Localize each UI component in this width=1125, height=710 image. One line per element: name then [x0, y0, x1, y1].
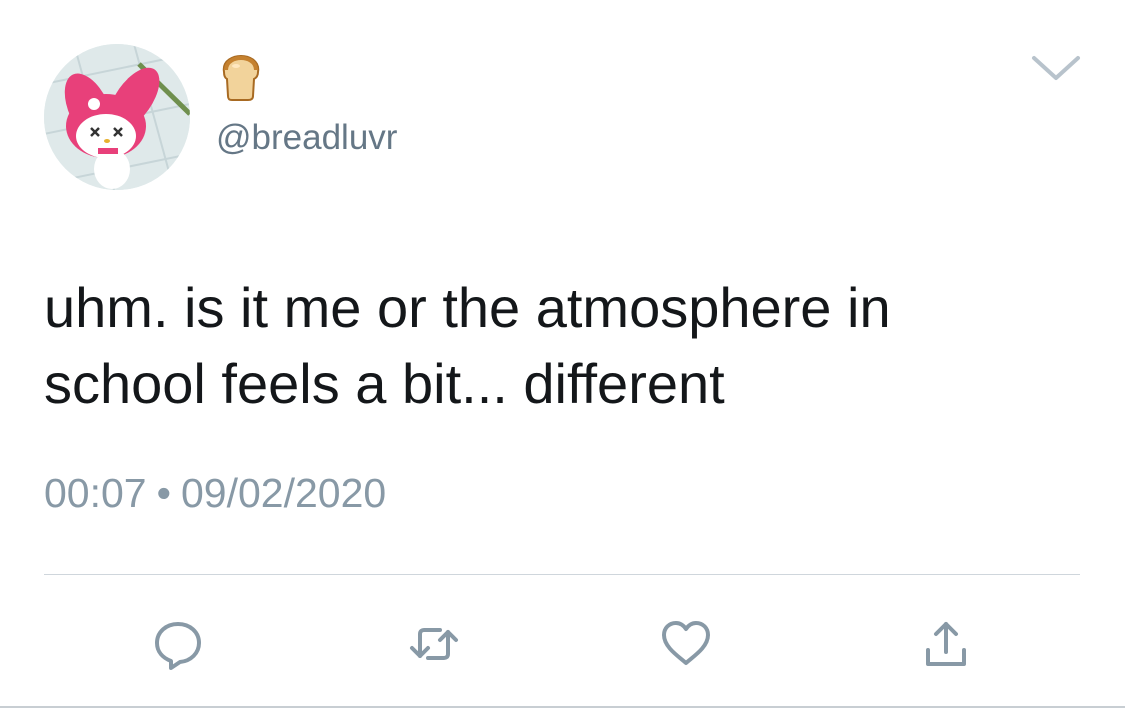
tweet-timestamp: 00:07 • 09/02/2020 [44, 470, 386, 517]
avatar-image [44, 44, 190, 190]
divider [44, 574, 1080, 575]
display-name[interactable] [216, 52, 266, 102]
heart-icon [662, 621, 710, 665]
tweet-text-line: uhm. is it me or the atmosphere in [44, 276, 891, 339]
timestamp-separator: • [156, 470, 171, 516]
tweet-date: 09/02/2020 [180, 470, 387, 516]
tweet-card: @breadluvr uhm. is it me or the atmosphe… [0, 0, 1125, 710]
reply-button[interactable] [148, 614, 208, 674]
tweet-text-line: school feels a bit... different [44, 352, 725, 415]
tweet-time: 00:07 [44, 470, 147, 516]
like-button[interactable] [656, 614, 716, 674]
chevron-down-icon[interactable] [1030, 50, 1082, 84]
share-icon [926, 622, 966, 666]
bread-emoji-icon [222, 54, 260, 101]
share-button[interactable] [916, 614, 976, 674]
avatar[interactable] [44, 44, 190, 190]
retweet-icon [410, 628, 458, 660]
retweet-button[interactable] [404, 614, 464, 674]
bottom-divider [0, 706, 1125, 708]
tweet-text: uhm. is it me or the atmosphere in schoo… [44, 270, 1084, 422]
user-handle[interactable]: @breadluvr [216, 118, 397, 158]
speech-bubble-icon [155, 622, 201, 670]
